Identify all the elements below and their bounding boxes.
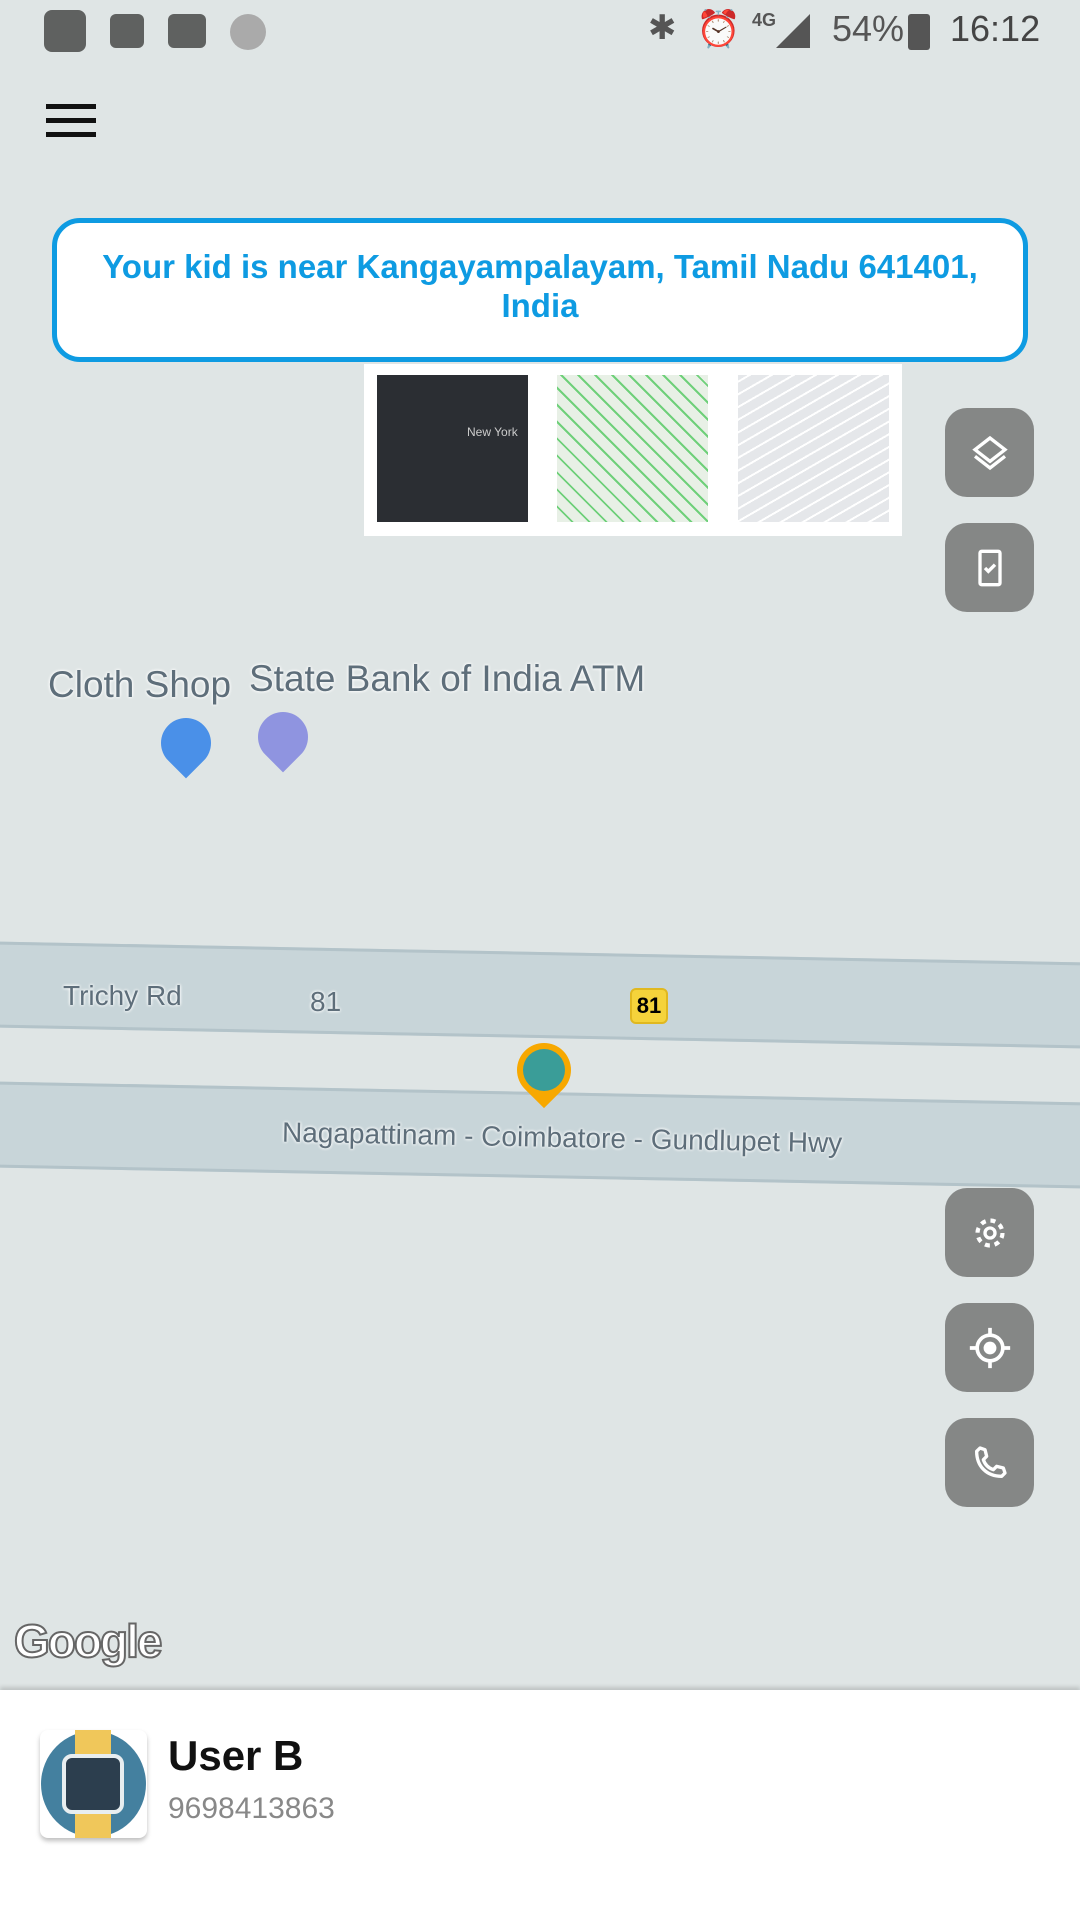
clock: 16:12	[950, 8, 1041, 49]
thumb-label: New York	[467, 425, 518, 439]
battery-percent: 54%	[832, 8, 905, 49]
map-type-dark[interactable]: New York	[377, 375, 528, 522]
map-type-traffic[interactable]	[557, 375, 708, 522]
poi-label-atm: State Bank of India ATM	[249, 658, 646, 699]
status-bar: ✱ ⏰ 4G 54% 16:12	[0, 0, 1080, 62]
route-shield: 81	[630, 988, 668, 1024]
device-check-button[interactable]	[945, 523, 1034, 612]
signal-icon	[776, 14, 810, 48]
shopping-bag-icon[interactable]	[150, 707, 222, 779]
atm-icon[interactable]	[247, 701, 319, 773]
user-phone: 9698413863	[168, 1792, 335, 1825]
poi-label-cloth-shop: Cloth Shop	[48, 664, 232, 705]
my-location-button[interactable]	[945, 1303, 1034, 1392]
layers-button[interactable]	[945, 408, 1034, 497]
phone-icon	[974, 1445, 1007, 1478]
my-location-icon	[969, 1327, 1010, 1368]
battery-charging-icon	[908, 14, 930, 50]
menu-button[interactable]	[46, 104, 96, 138]
gear-icon	[974, 1217, 1005, 1248]
settings-button[interactable]	[945, 1188, 1034, 1277]
user-name: User B	[168, 1732, 304, 1779]
map-type-default[interactable]	[738, 375, 889, 522]
call-button[interactable]	[945, 1418, 1034, 1507]
map-type-selector: New York	[364, 364, 902, 536]
alarm-icon: ⏰	[696, 8, 741, 49]
google-attribution: Google	[13, 1614, 163, 1668]
network-type: 4G	[752, 10, 777, 30]
device-check-icon	[977, 549, 1002, 586]
user-bottom-sheet[interactable]	[0, 1690, 1080, 1920]
image-icon	[110, 14, 144, 48]
road-label-trichy: Trichy Rd	[63, 980, 182, 1011]
mi-icon	[44, 10, 86, 52]
location-banner: Your kid is near Kangayampalayam, Tamil …	[52, 218, 1028, 362]
mail-check-icon	[168, 14, 206, 48]
road-number-label: 81	[310, 986, 342, 1017]
layers-icon	[971, 435, 1008, 470]
user-avatar	[40, 1730, 147, 1838]
bluetooth-icon: ✱	[648, 9, 677, 47]
loading-icon	[230, 14, 266, 50]
